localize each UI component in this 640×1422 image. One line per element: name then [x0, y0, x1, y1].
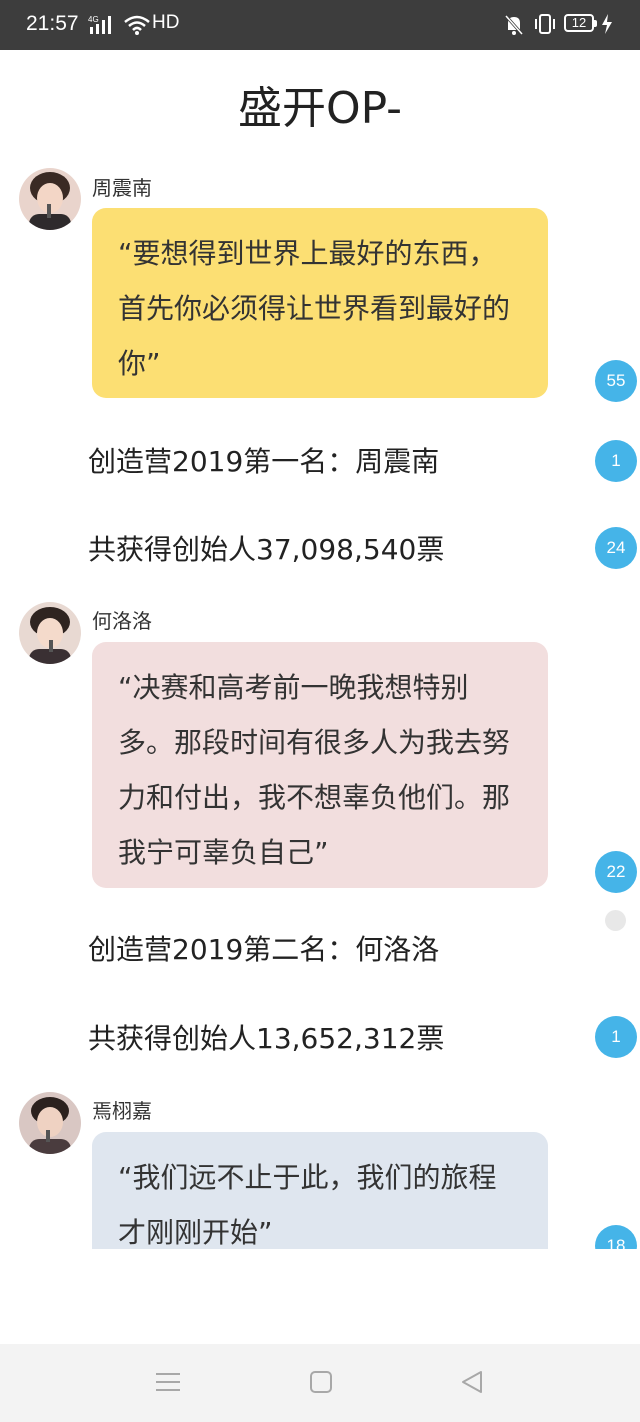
menu-icon[interactable]: [155, 1370, 181, 1394]
status-bar: 21:57 4G HD 12: [0, 0, 640, 50]
signal-4g-icon: 4G: [88, 14, 118, 41]
comment-count-badge[interactable]: 1: [595, 440, 637, 482]
quote-bubble[interactable]: “决赛和高考前一晚我想特别多。那段时间有很多人为我去努力和付出，我不想辜负他们。…: [92, 642, 548, 888]
charging-icon: [601, 14, 613, 39]
navigation-bar: [0, 1344, 640, 1422]
battery-icon: 12: [564, 14, 597, 32]
author-name: 焉栩嘉: [92, 1099, 152, 1123]
vibrate-icon: [533, 13, 557, 40]
content-bottom-area: [0, 1249, 640, 1344]
avatar[interactable]: [19, 1092, 81, 1154]
rank-text[interactable]: 创造营2019第一名：周震南: [88, 440, 439, 480]
status-time: 21:57: [26, 12, 79, 35]
votes-text[interactable]: 共获得创始人37,098,540票: [88, 528, 444, 568]
avatar[interactable]: [19, 602, 81, 664]
rank-text[interactable]: 创造营2019第二名：何洛洛: [88, 928, 439, 968]
comment-count-badge[interactable]: 55: [595, 360, 637, 402]
back-triangle-icon[interactable]: [460, 1370, 484, 1394]
comment-count-badge[interactable]: 22: [595, 851, 637, 893]
home-square-icon[interactable]: [309, 1370, 333, 1394]
author-name: 何洛洛: [92, 609, 152, 633]
author-name: 周震南: [92, 176, 152, 200]
avatar[interactable]: [19, 168, 81, 230]
network-hd-label: HD: [152, 12, 180, 33]
quote-bubble[interactable]: “要想得到世界上最好的东西，首先你必须得让世界看到最好的你”: [92, 208, 548, 398]
comment-count-badge[interactable]: 24: [595, 527, 637, 569]
empty-comment-dot[interactable]: [605, 910, 626, 931]
mute-icon: [504, 14, 524, 41]
page-title: 盛开OP-: [237, 83, 403, 134]
comment-count-badge[interactable]: 1: [595, 1016, 637, 1058]
wifi-icon: [124, 15, 150, 40]
svg-text:4G: 4G: [88, 15, 99, 24]
votes-text[interactable]: 共获得创始人13,652,312票: [88, 1017, 444, 1057]
